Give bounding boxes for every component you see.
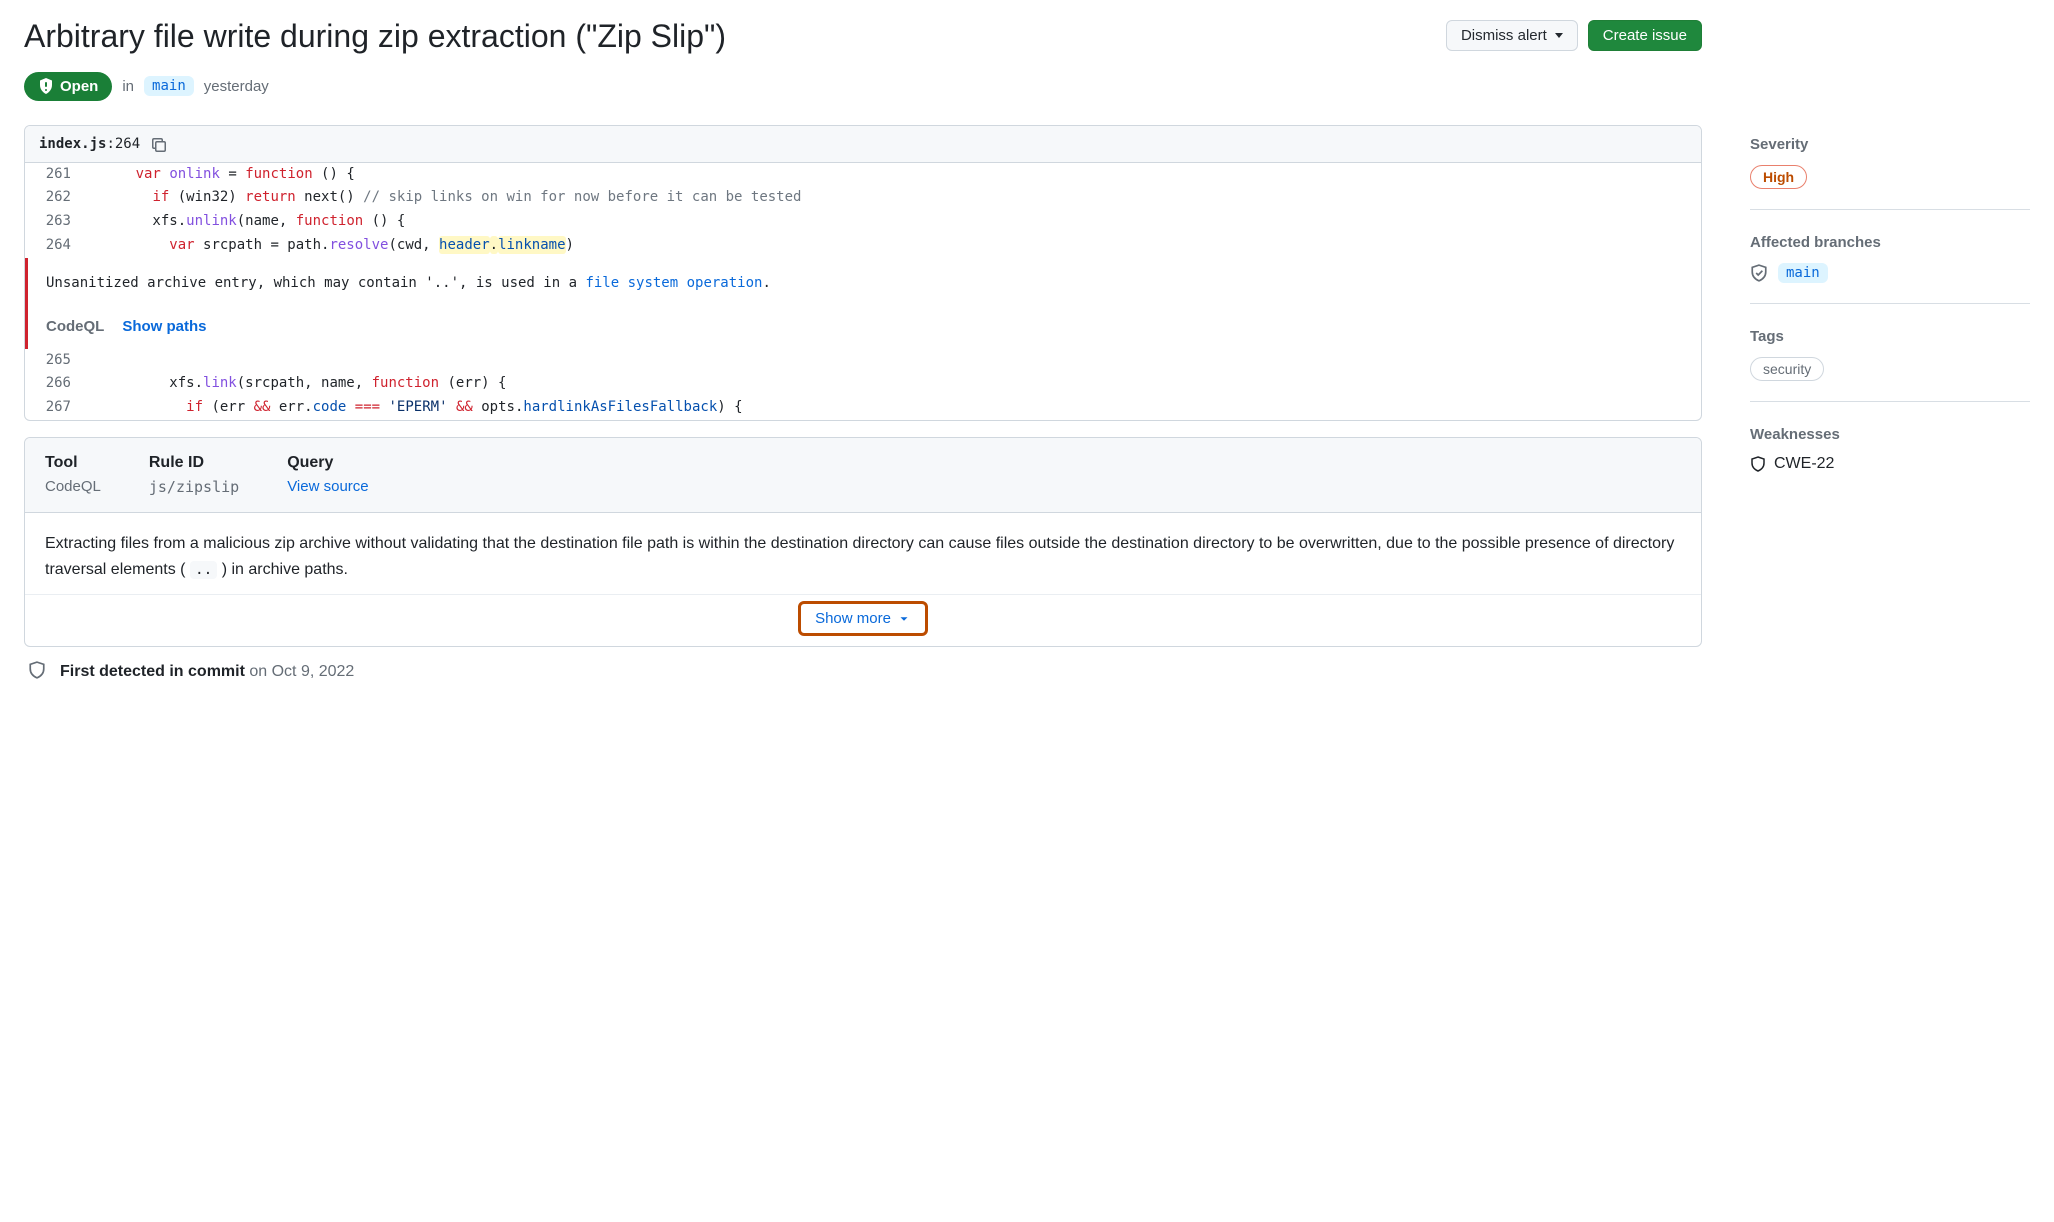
tags-heading: Tags	[1750, 328, 2030, 345]
shield-alert-icon	[38, 78, 54, 94]
line-number: 265	[25, 349, 85, 373]
code-line: 267 if (err && err.code === 'EPERM' && o…	[25, 396, 1701, 420]
create-issue-button[interactable]: Create issue	[1588, 20, 1702, 51]
line-number: 261	[25, 163, 85, 187]
affected-branch-row: main	[1750, 263, 2030, 283]
line-number: 264	[25, 234, 85, 258]
code-block-after: 265266 xfs.link(srcpath, name, function …	[25, 349, 1701, 420]
dismiss-alert-button[interactable]: Dismiss alert	[1446, 20, 1578, 51]
description-text: Extracting files from a malicious zip ar…	[45, 531, 1681, 582]
line-number: 267	[25, 396, 85, 420]
code-content: var onlink = function () {	[85, 163, 1701, 187]
meta-rule-label: Rule ID	[149, 454, 239, 472]
meta-rule-value: js/zipslip	[149, 478, 239, 496]
meta-query-link[interactable]: View source	[287, 478, 368, 495]
meta-query-label: Query	[287, 454, 368, 472]
code-block-before: 261 var onlink = function () {262 if (wi…	[25, 163, 1701, 258]
shield-icon	[28, 661, 46, 682]
file-header: index.js:264	[25, 126, 1701, 163]
code-content: xfs.link(srcpath, name, function (err) {	[85, 372, 1701, 396]
timeline-bold: First detected in commit	[60, 663, 245, 680]
code-line: 263 xfs.unlink(name, function () {	[25, 210, 1701, 234]
code-content: if (win32) return next() // skip links o…	[85, 186, 1701, 210]
file-location[interactable]: index.js:264	[39, 136, 140, 152]
line-number: 262	[25, 186, 85, 210]
affected-branches-heading: Affected branches	[1750, 234, 2030, 251]
code-line: 262 if (win32) return next() // skip lin…	[25, 186, 1701, 210]
line-number: 263	[25, 210, 85, 234]
affected-branch-chip[interactable]: main	[1778, 263, 1828, 283]
note-tool-label: CodeQL	[46, 318, 104, 335]
code-content	[85, 349, 1701, 373]
code-content: var srcpath = path.resolve(cwd, header.l…	[85, 234, 1701, 258]
status-branch-chip[interactable]: main	[144, 76, 194, 96]
page-title: Arbitrary file write during zip extracti…	[24, 16, 726, 58]
dismiss-alert-label: Dismiss alert	[1461, 27, 1547, 44]
severity-pill: High	[1750, 165, 1807, 189]
status-time: yesterday	[204, 78, 269, 95]
shield-icon	[1750, 456, 1766, 472]
code-content: if (err && err.code === 'EPERM' && opts.…	[85, 396, 1701, 420]
show-more-button[interactable]: Show more	[805, 606, 921, 631]
show-paths-link[interactable]: Show paths	[122, 318, 206, 335]
copy-icon[interactable]	[150, 136, 166, 152]
line-number: 266	[25, 372, 85, 396]
meta-header: Tool CodeQL Rule ID js/zipslip Query Vie…	[25, 438, 1701, 513]
status-label: Open	[60, 78, 98, 95]
note-message-pre: Unsanitized archive entry, which may con…	[46, 275, 585, 291]
shield-check-icon	[1750, 264, 1768, 282]
meta-tool-value: CodeQL	[45, 478, 101, 495]
code-line: 264 var srcpath = path.resolve(cwd, head…	[25, 234, 1701, 258]
alert-note-block: Unsanitized archive entry, which may con…	[25, 258, 1701, 349]
weaknesses-heading: Weaknesses	[1750, 426, 2030, 443]
code-line: 261 var onlink = function () {	[25, 163, 1701, 187]
code-line: 265	[25, 349, 1701, 373]
status-in-label: in	[122, 78, 134, 95]
note-message-post: .	[762, 275, 770, 291]
note-message-link[interactable]: file system operation	[585, 275, 762, 291]
chevron-down-icon	[897, 612, 911, 626]
timeline-date: on Oct 9, 2022	[245, 663, 354, 680]
status-badge: Open	[24, 72, 112, 101]
weakness-label: CWE-22	[1774, 455, 1834, 473]
description-code: ..	[190, 561, 217, 579]
meta-tool-label: Tool	[45, 454, 101, 472]
show-more-label: Show more	[815, 610, 891, 627]
code-line: 266 xfs.link(srcpath, name, function (er…	[25, 372, 1701, 396]
chevron-down-icon	[1555, 33, 1563, 38]
severity-heading: Severity	[1750, 136, 2030, 153]
tag-pill-security[interactable]: security	[1750, 357, 1824, 381]
weakness-row[interactable]: CWE-22	[1750, 455, 2030, 473]
code-content: xfs.unlink(name, function () {	[85, 210, 1701, 234]
